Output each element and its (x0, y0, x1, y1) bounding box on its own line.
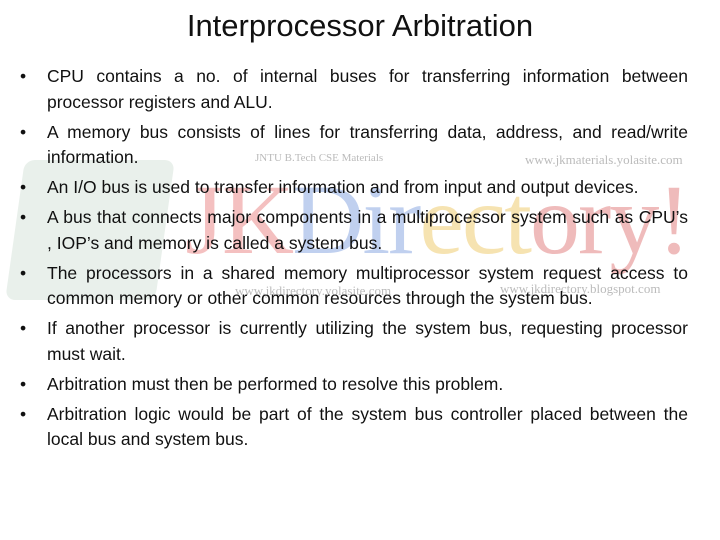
bullet-item: • CPU contains a no. of internal buses fo… (20, 66, 688, 112)
bullet-dot-icon: • (20, 403, 27, 424)
bullet-dot-icon: • (20, 66, 27, 86)
bullet-item: • Arbitration must then be performed to r… (20, 372, 688, 398)
bullet-dot-icon: • (20, 207, 27, 227)
bullet-dot-icon: • (20, 177, 27, 197)
bullet-dot-icon: • (20, 373, 27, 394)
bullet-item: • A bus that connects major components in… (20, 207, 688, 253)
bullet-item: • An I/O bus is used to transfer informat… (20, 175, 688, 201)
bullet-item: • Arbitration logic would be part of the … (20, 403, 688, 450)
bullet-dot-icon: • (20, 318, 27, 338)
bullet-item: • The processors in a shared memory multi… (20, 262, 688, 309)
bullet-dot-icon: • (20, 121, 27, 142)
bullet-item: • If another processor is currently utili… (20, 318, 688, 364)
bullet-item: • A memory bus consists of lines for tran… (20, 121, 688, 168)
slide-title: Interprocessor Arbitration (186, 8, 534, 43)
bullet-dot-icon: • (20, 262, 27, 283)
bullet-list: • CPU contains a no. of internal buses fo… (20, 64, 688, 457)
